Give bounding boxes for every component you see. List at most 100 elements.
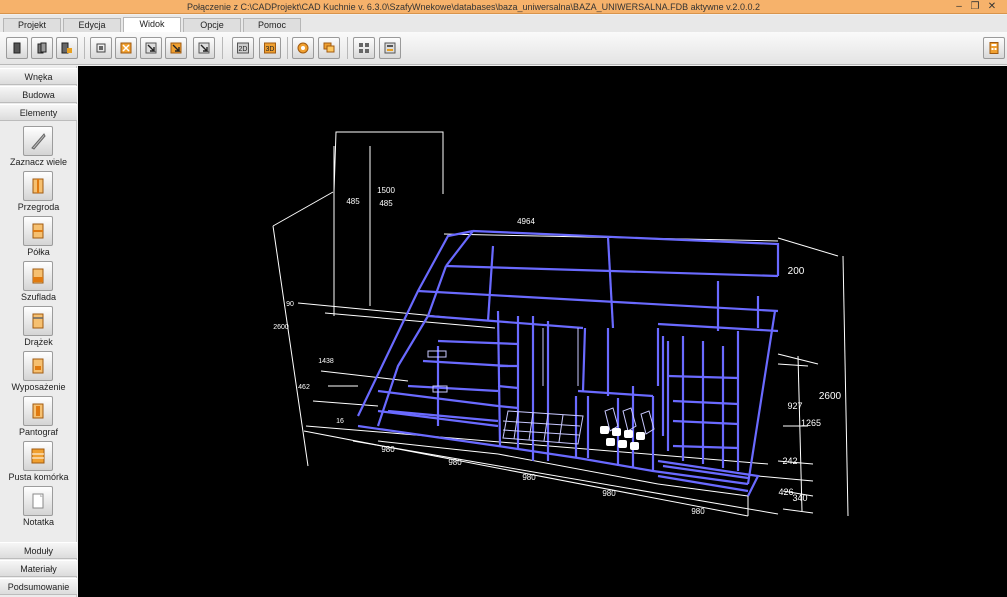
windows-button[interactable] bbox=[318, 37, 340, 59]
toolbar-separator bbox=[287, 37, 288, 59]
tool-label: Zaznacz wiele bbox=[9, 157, 68, 167]
tool-notatka[interactable]: Notatka bbox=[0, 484, 77, 529]
tool-label: Notatka bbox=[22, 517, 55, 527]
panels-icon bbox=[37, 42, 47, 54]
layout-button[interactable] bbox=[353, 37, 375, 59]
arrow-icon bbox=[198, 42, 210, 54]
dim-980-b: 980 bbox=[448, 458, 462, 467]
tool-szuflada[interactable]: Szuflada bbox=[0, 259, 77, 304]
tool-label: Szuflada bbox=[20, 292, 57, 302]
3d-viewport[interactable]: 1500 485 485 4964 200 2600 90 1438 462 1… bbox=[78, 66, 1007, 597]
calculator-icon bbox=[989, 42, 999, 54]
tool-drazek[interactable]: Drążek bbox=[0, 304, 77, 349]
dim-485-a: 485 bbox=[346, 197, 360, 206]
zoom-window-button[interactable] bbox=[115, 37, 137, 59]
shoe-rack bbox=[600, 426, 645, 450]
dim-980-a: 980 bbox=[381, 445, 395, 454]
section-materialy[interactable]: Materiały bbox=[0, 560, 77, 577]
title-bar: Połączenie z C:\CADProjekt\CAD Kuchnie v… bbox=[0, 0, 1007, 14]
restore-button[interactable]: ❐ bbox=[967, 0, 983, 14]
close-button[interactable]: ✕ bbox=[984, 0, 1000, 14]
dim-1265: 1265 bbox=[801, 418, 821, 428]
lock-icon bbox=[61, 42, 72, 54]
view-front-button[interactable] bbox=[6, 37, 28, 59]
toolbar-separator bbox=[222, 37, 223, 59]
dim-980-e: 980 bbox=[691, 507, 705, 516]
gear-icon bbox=[297, 42, 309, 54]
dim-927: 927 bbox=[787, 401, 802, 411]
section-budowa[interactable]: Budowa bbox=[0, 86, 77, 103]
tool-label: Drążek bbox=[24, 337, 53, 347]
dim-426: 426 bbox=[778, 487, 793, 497]
ribbon-tabs: Projekt Edycja Widok Opcje Pomoc bbox=[0, 15, 1007, 32]
dim-980-d: 980 bbox=[602, 489, 616, 498]
properties-icon bbox=[384, 42, 396, 54]
dim-462: 462 bbox=[298, 384, 310, 391]
3d-icon: 3D bbox=[264, 42, 276, 54]
tool-polka[interactable]: Półka bbox=[0, 214, 77, 259]
dim-16: 16 bbox=[336, 418, 344, 425]
arrow-icon bbox=[170, 42, 182, 54]
tool-label: Pantograf bbox=[18, 427, 59, 437]
properties-button[interactable] bbox=[379, 37, 401, 59]
dim-980-c: 980 bbox=[522, 473, 536, 482]
tab-projekt[interactable]: Projekt bbox=[3, 18, 61, 32]
panel-icon bbox=[13, 42, 21, 54]
view-3d-button[interactable]: 3D bbox=[259, 37, 281, 59]
view-side-button[interactable] bbox=[31, 37, 53, 59]
equipment-icon bbox=[23, 351, 53, 381]
tool-pusta-komorka[interactable]: Pusta komórka bbox=[0, 439, 77, 484]
zoom-extents-button[interactable] bbox=[193, 37, 215, 59]
note-icon bbox=[23, 486, 53, 516]
arrow-icon bbox=[145, 42, 157, 54]
dim-2600-left: 2600 bbox=[273, 324, 289, 331]
section-podsumowanie[interactable]: Podsumowanie bbox=[0, 578, 77, 595]
shelf-icon bbox=[23, 216, 53, 246]
tab-widok[interactable]: Widok bbox=[123, 17, 181, 32]
tool-wyposazenie[interactable]: Wyposażenie bbox=[0, 349, 77, 394]
drawer-icon bbox=[23, 261, 53, 291]
dim-200: 200 bbox=[788, 266, 805, 277]
tool-label: Wyposażenie bbox=[11, 382, 66, 392]
tab-edycja[interactable]: Edycja bbox=[63, 18, 121, 32]
dim-485-b: 485 bbox=[379, 199, 393, 208]
zoom-out-button[interactable] bbox=[165, 37, 187, 59]
view-lock-button[interactable] bbox=[56, 37, 78, 59]
zoom-fit-icon bbox=[96, 43, 106, 53]
section-wneka[interactable]: Wnęka bbox=[0, 68, 77, 85]
tool-label: Przegroda bbox=[17, 202, 60, 212]
2d-icon: 2D bbox=[237, 42, 249, 54]
svg-text:2D: 2D bbox=[239, 46, 248, 53]
windows-icon bbox=[323, 42, 335, 53]
rod-icon bbox=[23, 306, 53, 336]
tab-pomoc[interactable]: Pomoc bbox=[243, 18, 301, 32]
dimension-lines bbox=[272, 131, 849, 517]
grid-icon bbox=[359, 43, 369, 53]
zoom-fit-button[interactable] bbox=[90, 37, 112, 59]
sidebar: Wnęka Budowa Elementy Zaznacz wiele Prze… bbox=[0, 66, 77, 597]
pantograph-icon bbox=[23, 396, 53, 426]
calculator-button[interactable] bbox=[983, 37, 1005, 59]
toolbar-separator bbox=[84, 37, 85, 59]
dim-340: 340 bbox=[792, 493, 807, 503]
render-settings-button[interactable] bbox=[292, 37, 314, 59]
zoom-window-icon bbox=[120, 42, 132, 54]
toolbar-separator bbox=[347, 37, 348, 59]
wardrobe-3d-drawing: 1500 485 485 4964 200 2600 90 1438 462 1… bbox=[272, 131, 849, 517]
tool-przegroda[interactable]: Przegroda bbox=[0, 169, 77, 214]
section-elementy[interactable]: Elementy bbox=[0, 104, 77, 121]
tool-label: Pusta komórka bbox=[8, 472, 69, 482]
empty-cell-icon bbox=[23, 441, 53, 471]
window-title: Połączenie z C:\CADProjekt\CAD Kuchnie v… bbox=[187, 2, 760, 12]
wardrobe-frame bbox=[357, 229, 780, 497]
tool-pantograf[interactable]: Pantograf bbox=[0, 394, 77, 439]
dim-2600-right: 2600 bbox=[819, 391, 842, 402]
tab-opcje[interactable]: Opcje bbox=[183, 18, 241, 32]
partition-icon bbox=[23, 171, 53, 201]
view-2d-button[interactable]: 2D bbox=[232, 37, 254, 59]
zoom-in-button[interactable] bbox=[140, 37, 162, 59]
svg-text:3D: 3D bbox=[266, 46, 275, 53]
minimize-button[interactable]: – bbox=[951, 0, 967, 14]
section-moduly[interactable]: Moduły bbox=[0, 542, 77, 559]
tool-zaznacz-wiele[interactable]: Zaznacz wiele bbox=[0, 124, 77, 169]
